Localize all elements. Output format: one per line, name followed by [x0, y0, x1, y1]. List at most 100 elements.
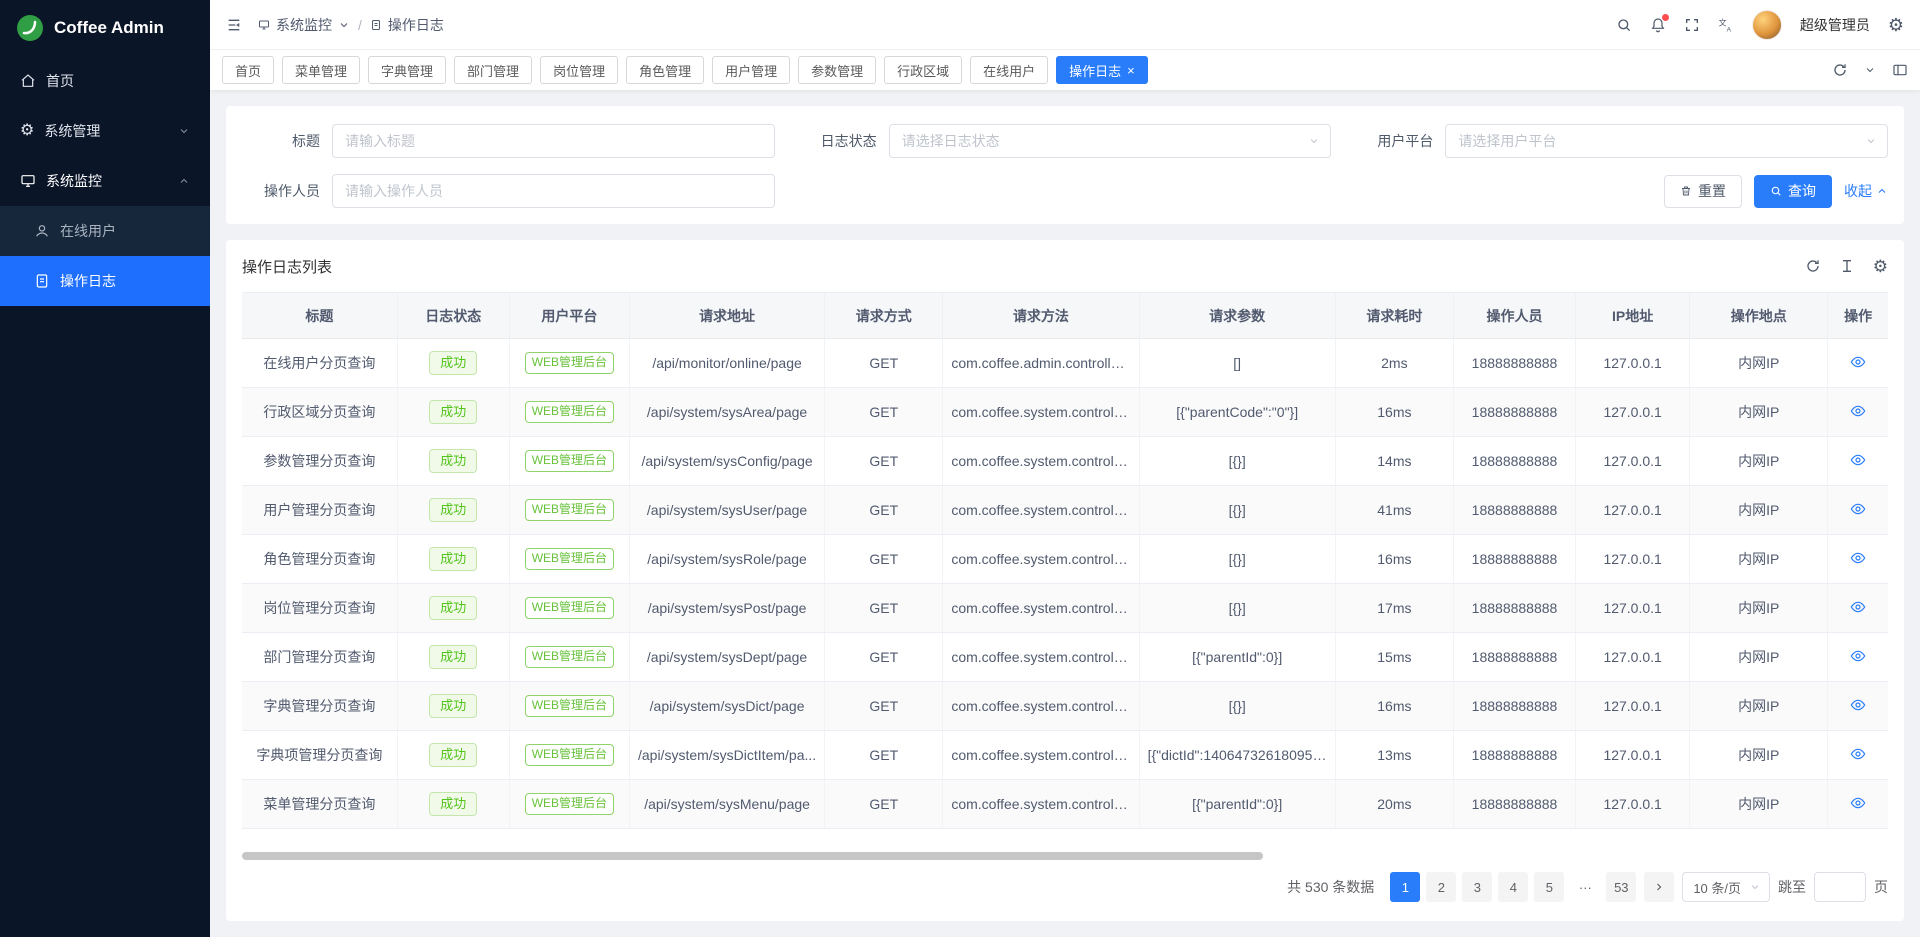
refresh-page-button[interactable] — [1832, 62, 1848, 78]
tab-bar-actions — [1832, 62, 1908, 78]
status-label: 日志状态 — [799, 131, 889, 151]
sidebar-item-online-users[interactable]: 在线用户 — [0, 206, 210, 256]
column-header: 请求参数 — [1139, 293, 1335, 339]
cell-title: 岗位管理分页查询 — [242, 584, 397, 633]
view-detail-button[interactable] — [1850, 648, 1866, 664]
view-detail-button[interactable] — [1850, 599, 1866, 615]
sidebar-item-system-management[interactable]: ⚙ 系统管理 — [0, 106, 210, 156]
page-button[interactable]: ··· — [1570, 872, 1600, 902]
operator-input[interactable] — [332, 174, 775, 208]
tab[interactable]: 字典管理 × — [368, 56, 446, 84]
logo-icon — [16, 14, 44, 42]
page-size-select[interactable]: 10 条/页 — [1682, 872, 1770, 902]
fullscreen-button[interactable] — [1684, 17, 1700, 33]
view-detail-button[interactable] — [1850, 354, 1866, 370]
table-refresh-button[interactable] — [1805, 258, 1821, 274]
next-page-button[interactable] — [1644, 872, 1674, 902]
close-icon[interactable]: × — [1127, 64, 1135, 77]
sidebar-item-label: 首页 — [46, 71, 74, 91]
tab[interactable]: 岗位管理 × — [540, 56, 618, 84]
cell-request-method: GET — [825, 535, 943, 584]
status-badge: 成功 — [429, 645, 477, 670]
view-detail-button[interactable] — [1850, 501, 1866, 517]
translate-button[interactable]: 文 A — [1718, 17, 1734, 33]
cell-request-url: /api/system/sysRole/page — [629, 535, 824, 584]
chevron-down-icon — [338, 19, 350, 31]
tab[interactable]: 菜单管理 × — [282, 56, 360, 84]
column-header: 标题 — [242, 293, 397, 339]
eye-icon — [1850, 550, 1866, 566]
tab[interactable]: 用户管理 × — [712, 56, 790, 84]
collapse-filter-button[interactable]: 收起 — [1844, 181, 1888, 201]
column-header: 操作人员 — [1453, 293, 1575, 339]
notification-button[interactable] — [1650, 17, 1666, 33]
platform-badge: WEB管理后台 — [525, 548, 614, 570]
table-density-button[interactable] — [1839, 258, 1855, 274]
status-badge: 成功 — [429, 547, 477, 572]
eye-icon — [1850, 354, 1866, 370]
global-search-button[interactable] — [1616, 17, 1632, 33]
status-badge: 成功 — [429, 498, 477, 523]
cell-title: 部门管理分页查询 — [242, 633, 397, 682]
view-detail-button[interactable] — [1850, 697, 1866, 713]
view-detail-button[interactable] — [1850, 746, 1866, 762]
tab[interactable]: 参数管理 × — [798, 56, 876, 84]
view-detail-button[interactable] — [1850, 403, 1866, 419]
page-list: 12345···53 — [1390, 872, 1636, 902]
cell-handler: com.coffee.system.controlle... — [943, 731, 1139, 780]
table-settings-button[interactable]: ⚙ — [1873, 258, 1888, 275]
page-button[interactable]: 3 — [1462, 872, 1492, 902]
tab[interactable]: 部门管理 × — [454, 56, 532, 84]
cell-handler: com.coffee.system.controlle... — [943, 682, 1139, 731]
tab[interactable]: 行政区域 × — [884, 56, 962, 84]
title-input[interactable] — [332, 124, 775, 158]
eye-icon — [1850, 795, 1866, 811]
page-button[interactable]: 5 — [1534, 872, 1564, 902]
cell-operator: 18888888888 — [1453, 535, 1575, 584]
reset-button[interactable]: 重置 — [1664, 175, 1742, 208]
cell-handler: com.coffee.system.controlle... — [943, 486, 1139, 535]
tab-label: 首页 — [235, 61, 261, 80]
tab[interactable]: 首页 × — [222, 56, 274, 84]
cell-request-url: /api/system/sysArea/page — [629, 388, 824, 437]
column-header: 请求地址 — [629, 293, 824, 339]
page-button[interactable]: 4 — [1498, 872, 1528, 902]
avatar[interactable] — [1752, 10, 1782, 40]
status-select[interactable]: 请选择日志状态 — [889, 124, 1332, 158]
platform-select[interactable]: 请选择用户平台 — [1445, 124, 1888, 158]
table-title: 操作日志列表 — [242, 256, 332, 277]
content-layout-button[interactable] — [1892, 62, 1908, 78]
search-button[interactable]: 查询 — [1754, 175, 1832, 208]
sidebar-item-system-monitor[interactable]: 系统监控 — [0, 156, 210, 206]
cell-title: 在线用户分页查询 — [242, 339, 397, 388]
scrollbar-thumb[interactable] — [242, 852, 1263, 860]
tab-options-button[interactable] — [1864, 64, 1876, 76]
collapse-sidebar-button[interactable] — [226, 17, 242, 33]
view-detail-button[interactable] — [1850, 452, 1866, 468]
view-detail-button[interactable] — [1850, 550, 1866, 566]
sidebar-item-label: 操作日志 — [60, 271, 116, 291]
tab[interactable]: 在线用户 × — [970, 56, 1048, 84]
tab[interactable]: 角色管理 × — [626, 56, 704, 84]
cell-request-url: /api/system/sysDept/page — [629, 633, 824, 682]
cell-ip: 127.0.0.1 — [1576, 535, 1690, 584]
search-icon — [1616, 17, 1632, 33]
refresh-icon — [1805, 258, 1821, 274]
cell-ip: 127.0.0.1 — [1576, 339, 1690, 388]
page-button[interactable]: 1 — [1390, 872, 1420, 902]
cell-request-url: /api/system/sysDictItem/pa... — [629, 731, 824, 780]
current-user-name[interactable]: 超级管理员 — [1800, 15, 1870, 35]
settings-button[interactable]: ⚙ — [1888, 16, 1904, 34]
sidebar-item-home[interactable]: 首页 — [0, 56, 210, 106]
page-button[interactable]: 2 — [1426, 872, 1456, 902]
page-button[interactable]: 53 — [1606, 872, 1636, 902]
table-row: 菜单管理分页查询 成功 WEB管理后台 /api/system/sysMenu/… — [242, 780, 1888, 829]
cell-duration: 20ms — [1335, 780, 1453, 829]
cell-request-method: GET — [825, 584, 943, 633]
tab[interactable]: 操作日志 × — [1056, 56, 1148, 84]
breadcrumb-item-monitor[interactable]: 系统监控 — [258, 15, 350, 35]
sidebar-item-operation-log[interactable]: 操作日志 — [0, 256, 210, 306]
filter-field-status: 日志状态 请选择日志状态 — [799, 124, 1332, 158]
jump-page-input[interactable] — [1814, 872, 1866, 902]
view-detail-button[interactable] — [1850, 795, 1866, 811]
